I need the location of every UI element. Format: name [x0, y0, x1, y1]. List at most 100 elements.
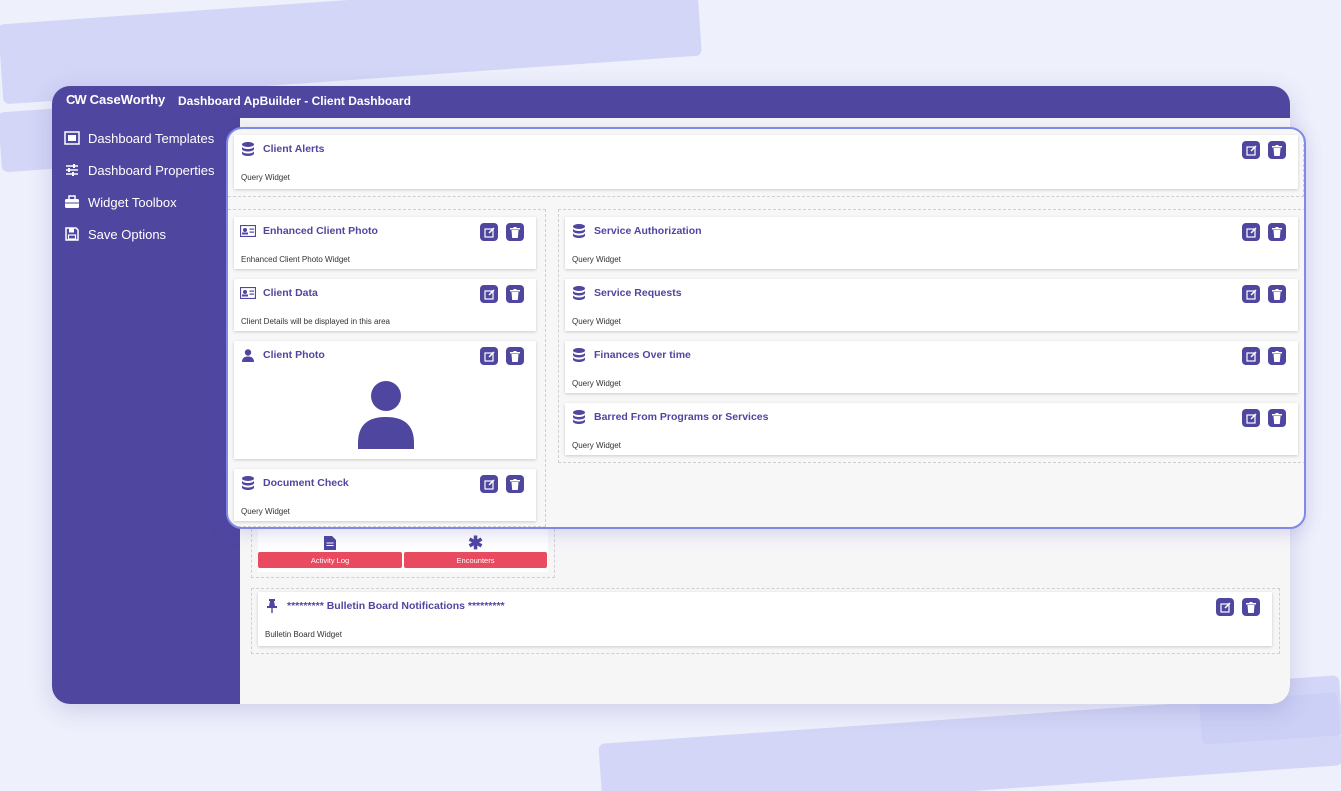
- edit-button[interactable]: [1242, 285, 1260, 303]
- widget-subtitle: Client Details will be displayed in this…: [241, 317, 390, 326]
- edit-button[interactable]: [1242, 347, 1260, 365]
- asterisk-icon: ✱: [468, 533, 484, 553]
- document-check-widget[interactable]: Document Check Query Widget: [234, 469, 536, 521]
- edit-icon: [1245, 144, 1257, 156]
- toolbox-icon: [64, 194, 80, 210]
- edit-button[interactable]: [1242, 409, 1260, 427]
- widget-subtitle: Query Widget: [241, 507, 290, 516]
- encounters-button[interactable]: Encounters: [404, 552, 547, 568]
- widget-subtitle: Query Widget: [572, 317, 621, 326]
- delete-button[interactable]: [506, 223, 524, 241]
- sidebar-item-save-options[interactable]: Save Options: [52, 218, 240, 250]
- edit-button[interactable]: [1242, 223, 1260, 241]
- delete-button[interactable]: [506, 285, 524, 303]
- trash-icon: [1272, 226, 1282, 238]
- background-brush-stroke: [598, 692, 1341, 791]
- enhanced-client-photo-widget[interactable]: Enhanced Client Photo Enhanced Client Ph…: [234, 217, 536, 269]
- widget-subtitle: Enhanced Client Photo Widget: [241, 255, 350, 264]
- client-alerts-widget[interactable]: Client Alerts Query Widget: [234, 135, 1298, 189]
- sliders-icon: [64, 162, 80, 178]
- database-icon: [240, 141, 256, 157]
- delete-button[interactable]: [1268, 347, 1286, 365]
- delete-button[interactable]: [1268, 409, 1286, 427]
- widget-title: Client Data: [263, 287, 318, 299]
- title-bar: CW CaseWorthy Dashboard ApBuilder - Clie…: [52, 86, 1290, 116]
- template-icon: [64, 130, 80, 146]
- save-icon: [64, 226, 80, 242]
- sidebar-item-label: Dashboard Templates: [88, 130, 215, 146]
- widget-subtitle: Query Widget: [572, 441, 621, 450]
- logo-text: CaseWorthy: [89, 92, 166, 107]
- widget-title: ********* Bulletin Board Notifications *…: [287, 600, 505, 612]
- avatar-placeholder-icon: [358, 381, 414, 449]
- database-icon: [240, 475, 256, 491]
- widget-title: Client Photo: [263, 349, 325, 361]
- trash-icon: [1272, 144, 1282, 156]
- trash-icon: [510, 288, 520, 300]
- trash-icon: [1246, 601, 1256, 613]
- trash-icon: [1272, 350, 1282, 362]
- widget-subtitle: Query Widget: [241, 173, 290, 182]
- pin-icon: [264, 598, 280, 614]
- service-authorization-widget[interactable]: Service Authorization Query Widget: [565, 217, 1298, 269]
- widget-title: Service Requests: [594, 287, 682, 299]
- edit-icon: [1245, 288, 1257, 300]
- bulletin-board-widget[interactable]: ********* Bulletin Board Notifications *…: [258, 592, 1272, 646]
- edit-button[interactable]: [480, 347, 498, 365]
- delete-button[interactable]: [1268, 285, 1286, 303]
- id-card-icon: [240, 285, 256, 301]
- widget-title: Client Alerts: [263, 143, 325, 155]
- sidebar-item-widget-toolbox[interactable]: Widget Toolbox: [52, 186, 240, 218]
- widget-subtitle: Bulletin Board Widget: [265, 630, 342, 639]
- database-icon: [571, 285, 587, 301]
- edit-icon: [1245, 412, 1257, 424]
- edit-button[interactable]: [480, 223, 498, 241]
- widget-title: Service Authorization: [594, 225, 702, 237]
- edit-button[interactable]: [1242, 141, 1260, 159]
- edit-button[interactable]: [480, 475, 498, 493]
- delete-button[interactable]: [1268, 223, 1286, 241]
- sidebar-item-label: Dashboard Properties: [88, 162, 215, 178]
- barred-from-programs-widget[interactable]: Barred From Programs or Services Query W…: [565, 403, 1298, 455]
- widget-title: Enhanced Client Photo: [263, 225, 378, 237]
- client-photo-widget[interactable]: Client Photo: [234, 341, 536, 459]
- logo-mark: CW: [66, 92, 87, 107]
- widget-title: Barred From Programs or Services: [594, 411, 769, 423]
- delete-button[interactable]: [506, 475, 524, 493]
- edit-button[interactable]: [480, 285, 498, 303]
- trash-icon: [510, 226, 520, 238]
- edit-button[interactable]: [1216, 598, 1234, 616]
- edit-icon: [1245, 226, 1257, 238]
- service-requests-widget[interactable]: Service Requests Query Widget: [565, 279, 1298, 331]
- sidebar: Dashboard Templates Dashboard Properties…: [52, 122, 240, 250]
- client-data-widget[interactable]: Client Data Client Details will be displ…: [234, 279, 536, 331]
- sidebar-item-label: Widget Toolbox: [88, 194, 177, 210]
- sidebar-item-label: Save Options: [88, 226, 167, 242]
- database-icon: [571, 223, 587, 239]
- user-icon: [240, 347, 256, 363]
- widget-subtitle: Query Widget: [572, 379, 621, 388]
- delete-button[interactable]: [506, 347, 524, 365]
- database-icon: [571, 409, 587, 425]
- edit-icon: [483, 350, 495, 362]
- page-title: Dashboard ApBuilder - Client Dashboard: [178, 94, 411, 108]
- trash-icon: [510, 478, 520, 490]
- activity-log-button[interactable]: Activity Log: [258, 552, 402, 568]
- edit-icon: [483, 478, 495, 490]
- delete-button[interactable]: [1242, 598, 1260, 616]
- trash-icon: [510, 350, 520, 362]
- finances-over-time-widget[interactable]: Finances Over time Query Widget: [565, 341, 1298, 393]
- database-icon: [571, 347, 587, 363]
- widget-title: Finances Over time: [594, 349, 691, 361]
- delete-button[interactable]: [1268, 141, 1286, 159]
- caseworthy-logo: CW CaseWorthy: [66, 92, 165, 107]
- id-card-icon: [240, 223, 256, 239]
- trash-icon: [1272, 412, 1282, 424]
- sidebar-item-dashboard-templates[interactable]: Dashboard Templates: [52, 122, 240, 154]
- sidebar-item-dashboard-properties[interactable]: Dashboard Properties: [52, 154, 240, 186]
- widget-subtitle: Query Widget: [572, 255, 621, 264]
- widget-title: Document Check: [263, 477, 349, 489]
- highlighted-widget-layout: Client Alerts Query Widget Enhanced Clie…: [226, 127, 1306, 529]
- edit-icon: [483, 288, 495, 300]
- trash-icon: [1272, 288, 1282, 300]
